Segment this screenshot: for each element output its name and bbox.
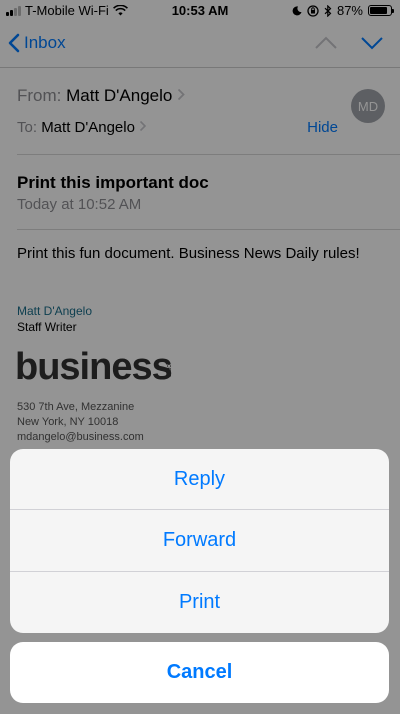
action-sheet: Reply Forward Print (10, 449, 389, 633)
reply-button[interactable]: Reply (10, 449, 389, 511)
cancel-button[interactable]: Cancel (10, 642, 389, 703)
print-button[interactable]: Print (10, 572, 389, 633)
forward-button[interactable]: Forward (10, 510, 389, 572)
